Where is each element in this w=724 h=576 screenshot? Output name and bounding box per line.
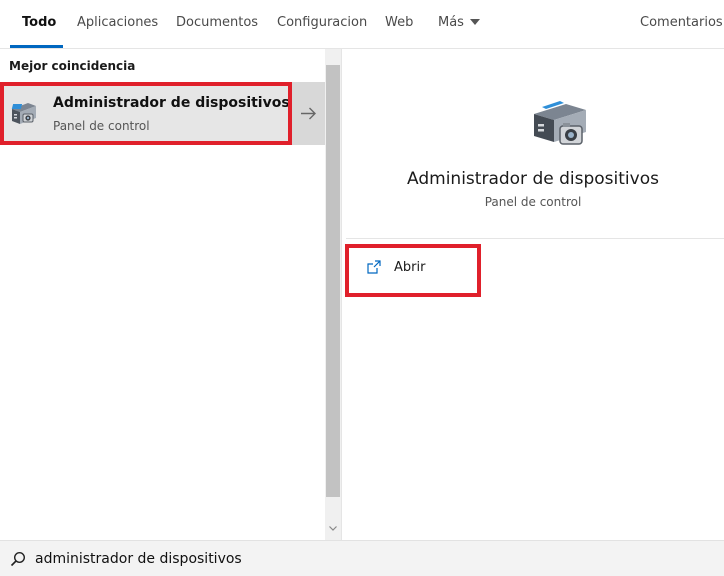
tab-configuracion[interactable]: Configuracion bbox=[277, 0, 367, 48]
search-bar bbox=[0, 540, 724, 576]
tab-mas-label: Más bbox=[438, 15, 464, 30]
section-title-best-match: Mejor coincidencia bbox=[9, 59, 136, 73]
detail-divider bbox=[346, 238, 724, 239]
tab-aplicaciones[interactable]: Aplicaciones bbox=[77, 0, 158, 48]
chevron-down-icon bbox=[469, 18, 480, 25]
tab-web[interactable]: Web bbox=[385, 0, 413, 48]
tab-todo[interactable]: Todo bbox=[22, 0, 56, 48]
search-tabs-bar: Todo Aplicaciones Documentos Configuraci… bbox=[0, 0, 724, 49]
detail-title: Administrador de dispositivos bbox=[407, 169, 659, 189]
detail-subtitle: Panel de control bbox=[484, 195, 582, 209]
chevron-down-icon[interactable] bbox=[328, 523, 338, 533]
expand-details-button[interactable] bbox=[292, 82, 325, 145]
arrow-right-icon bbox=[301, 107, 316, 120]
highlight-box-open-action bbox=[345, 244, 481, 297]
feedback-link[interactable]: Comentarios bbox=[640, 0, 723, 48]
search-input[interactable] bbox=[35, 546, 695, 572]
tab-mas[interactable]: Más bbox=[438, 0, 480, 48]
results-scrollbar[interactable] bbox=[325, 49, 341, 540]
highlight-box-best-match bbox=[0, 82, 292, 145]
tab-documentos[interactable]: Documentos bbox=[176, 0, 258, 48]
device-manager-icon bbox=[530, 98, 590, 150]
active-tab-indicator bbox=[10, 45, 63, 48]
search-icon bbox=[10, 551, 26, 567]
scrollbar-thumb[interactable] bbox=[326, 65, 340, 497]
